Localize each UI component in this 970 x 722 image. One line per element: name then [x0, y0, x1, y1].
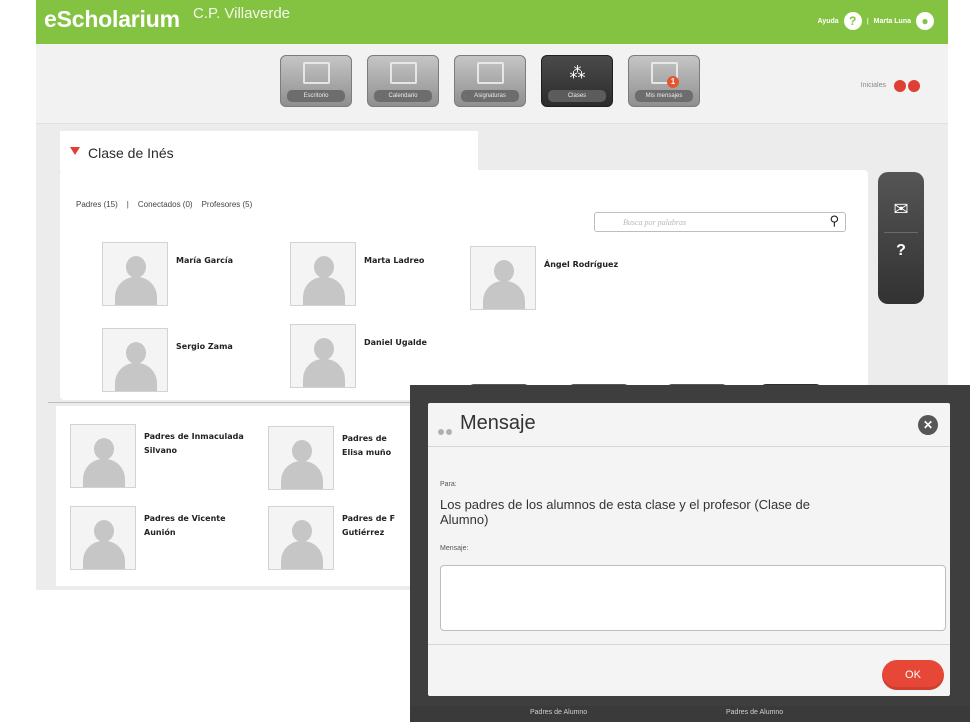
class-title: Clase de Inés	[88, 145, 174, 161]
nav-bar: Escritorio Calendario Asignaturas ⁂ Clas…	[36, 44, 948, 124]
avatar-placeholder-icon	[290, 242, 356, 306]
class-card: Padres (15) | Conectados (0) Profesores …	[60, 170, 868, 400]
books-icon	[477, 62, 504, 84]
message-textarea[interactable]	[440, 565, 946, 631]
avatar-placeholder-icon	[268, 426, 334, 490]
search-placeholder: Busca por palabras	[623, 218, 687, 227]
help-icon[interactable]: ?	[890, 242, 912, 260]
brand-logo[interactable]: eScholarium	[44, 6, 180, 33]
status-dot-icon[interactable]	[894, 80, 906, 92]
person-name: Daniel Ugalde	[364, 338, 427, 347]
dialog-title: Mensaje	[460, 412, 536, 434]
dialog-header: Mensaje ✕	[428, 403, 950, 447]
separator: |	[866, 17, 869, 25]
recipient-label: Para:	[440, 481, 457, 488]
parent-name: Padres de Elisa muño	[342, 434, 392, 457]
nav-label: Escritorio	[287, 90, 345, 102]
background-tab-label: Padres de Alumno	[530, 709, 588, 716]
parent-name: Padres de F Gutiérrez	[342, 514, 396, 537]
help-link[interactable]: Ayuda	[818, 18, 839, 25]
avatar-placeholder-icon	[470, 246, 536, 310]
school-name: C.P. Villaverde	[193, 5, 291, 22]
sidebar-divider	[884, 232, 918, 233]
unread-badge: 1	[667, 76, 679, 88]
nav-escritorio-button[interactable]: Escritorio	[280, 55, 352, 107]
parent-name: Padres de Inmaculada Silvano	[144, 432, 244, 455]
top-bar: eScholarium C.P. Villaverde Ayuda ? | Ma…	[36, 0, 948, 44]
drag-handle-icon[interactable]	[438, 420, 454, 435]
close-icon[interactable]: ✕	[918, 415, 938, 435]
iniciales-label: Iniciales	[860, 82, 886, 89]
message-dialog: Mensaje ✕ Para: Los padres de los alumno…	[410, 385, 970, 706]
background-tabs-strip: Padres de Alumno Padres de Alumno	[410, 706, 970, 722]
nav-label: Clases	[548, 90, 606, 102]
avatar-placeholder-icon	[102, 328, 168, 392]
user-name[interactable]: Marta Luna	[874, 18, 911, 25]
message-label: Mensaje:	[440, 545, 469, 552]
ok-button[interactable]: OK	[882, 660, 944, 690]
background-tab-label: Padres de Alumno	[726, 709, 784, 716]
user-area: Ayuda ? | Marta Luna ●	[818, 12, 934, 30]
person-name: Marta Ladreo	[364, 256, 425, 265]
person-name: María García	[176, 256, 234, 265]
nav-mensajes-button[interactable]: 1 Mis mensajes	[628, 55, 700, 107]
filter-tabs: Padres (15) | Conectados (0) Profesores …	[76, 200, 252, 209]
dialog-content: Mensaje ✕ Para: Los padres de los alumno…	[428, 403, 950, 696]
nav-calendario-button[interactable]: Calendario	[367, 55, 439, 107]
class-header[interactable]: Clase de Inés	[60, 131, 478, 171]
nav-label: Calendario	[374, 90, 432, 102]
avatar-placeholder-icon	[70, 506, 136, 570]
recipient-value: Los padres de los alumnos de esta clase …	[440, 497, 810, 527]
mail-icon[interactable]: ✉	[890, 201, 912, 219]
person-name: Ángel Rodríguez	[544, 260, 619, 269]
person-name: Sergio Zama	[176, 342, 233, 351]
nav-label: Asignaturas	[461, 90, 519, 102]
desk-icon	[303, 62, 330, 84]
nav-label: Mis mensajes	[635, 90, 693, 102]
collapse-caret-icon[interactable]	[70, 147, 80, 155]
help-icon[interactable]: ?	[843, 12, 862, 30]
calendar-icon	[390, 62, 417, 84]
search-box[interactable]: Busca por palabras ⚲	[594, 212, 846, 232]
user-avatar-icon[interactable]: ●	[916, 12, 934, 30]
tab-separator: |	[126, 200, 129, 209]
nav-asignaturas-button[interactable]: Asignaturas	[454, 55, 526, 107]
tab-padres[interactable]: Padres (15)	[76, 200, 118, 209]
avatar-placeholder-icon	[102, 242, 168, 306]
avatar-placeholder-icon	[268, 506, 334, 570]
nav-clases-button[interactable]: ⁂ Clases	[541, 55, 613, 107]
tab-profesores[interactable]: Profesores (5)	[202, 200, 253, 209]
parent-name: Padres de Vicente Aunión	[144, 514, 226, 537]
search-icon[interactable]: ⚲	[829, 214, 839, 229]
avatar-placeholder-icon	[290, 324, 356, 388]
people-icon: ⁂	[569, 63, 586, 82]
status-dot-icon[interactable]	[908, 80, 920, 92]
action-sidebar: ✉ ?	[878, 172, 924, 304]
dialog-divider	[428, 644, 950, 645]
avatar-placeholder-icon	[70, 424, 136, 488]
tab-conectados[interactable]: Conectados (0)	[138, 200, 193, 209]
